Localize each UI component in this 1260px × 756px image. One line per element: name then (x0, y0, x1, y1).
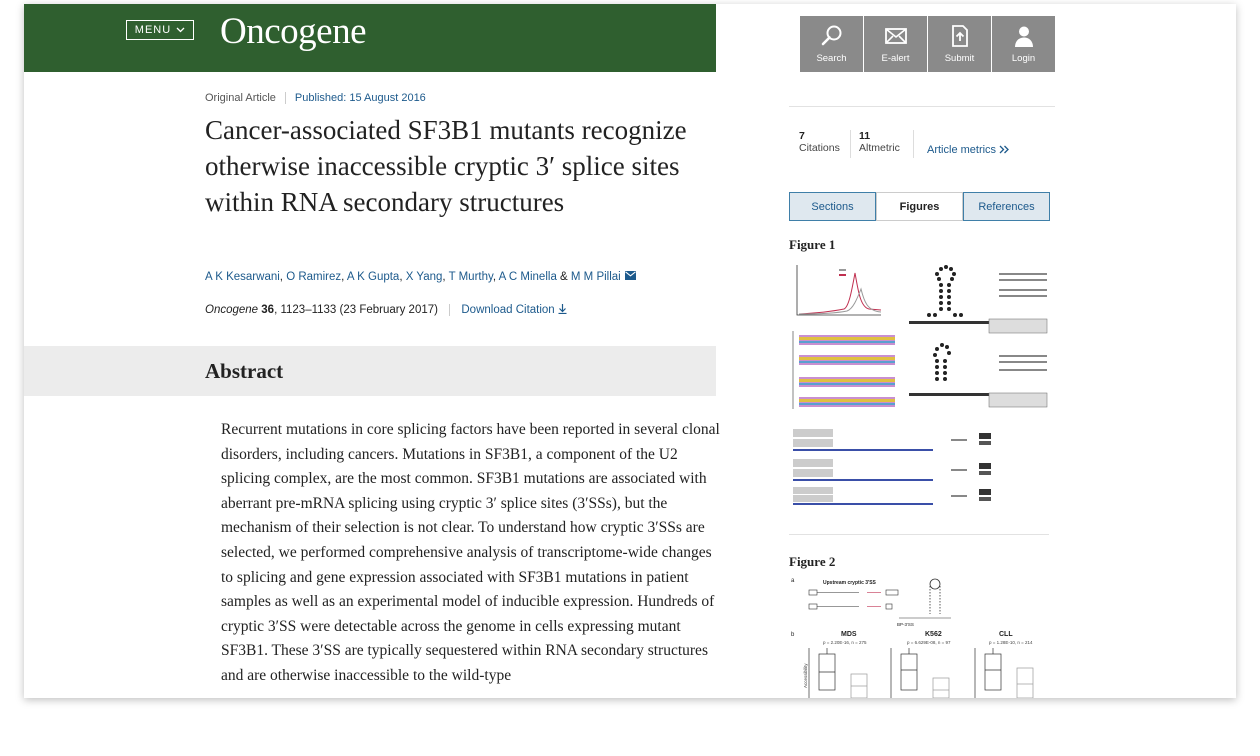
altmetric-count: 11 (859, 130, 871, 142)
pvalue-k562: p = 6.629E-08, n = 97 (907, 640, 951, 645)
article-metrics-link[interactable]: Article metrics (927, 144, 1010, 156)
sidebar-tabs: Sections Figures References (789, 192, 1050, 221)
y-axis-label: Accessibility (803, 663, 808, 688)
author-separator: & (556, 271, 571, 283)
abstract-header: Abstract (24, 346, 716, 396)
login-button[interactable]: Login (992, 16, 1055, 72)
article-type: Original Article (205, 92, 276, 104)
figure-1-panel-d (793, 429, 991, 505)
journal-masthead: MENU Oncogene (24, 4, 716, 72)
download-icon (558, 304, 567, 315)
tab-sections[interactable]: Sections (789, 192, 876, 221)
group-label-k562: K562 (925, 631, 942, 638)
figure-2-thumbnail[interactable]: a Upstream cryptic 3′SS BP-3′SS b MDS K5… (789, 574, 1053, 698)
e-alert-label: E-alert (881, 53, 910, 64)
tab-references[interactable]: References (963, 192, 1050, 221)
altmetric-label: Altmetric (859, 142, 900, 154)
upload-document-icon (951, 25, 968, 47)
figure-1-panel-a (796, 265, 882, 316)
divider (850, 130, 851, 158)
article-metrics-label: Article metrics (927, 144, 997, 156)
author-link[interactable]: X Yang (406, 271, 443, 283)
double-chevron-right-icon (999, 145, 1010, 154)
volume: 36 (261, 304, 275, 317)
author-link[interactable]: O Ramirez (286, 271, 341, 283)
bp-label: BP-3′SS (897, 622, 914, 627)
group-label-mds: MDS (841, 631, 857, 638)
pvalue-cll: p = 1.28E-10, n = 214 (989, 640, 1033, 645)
figure-2-panel-b-boxplots (808, 648, 1034, 698)
search-label: Search (816, 53, 847, 64)
abstract-text: Recurrent mutations in core splicing fac… (221, 421, 720, 684)
download-citation-link[interactable]: Download Citation (461, 304, 567, 316)
email-icon[interactable] (624, 271, 636, 280)
panel-b-label: b (791, 632, 795, 638)
submit-button[interactable]: Submit (928, 16, 991, 72)
author-link[interactable]: A K Kesarwani (205, 271, 280, 283)
menu-button[interactable]: MENU (126, 20, 194, 40)
author-list: A K Kesarwani, O Ramirez, A K Gupta, X Y… (205, 271, 636, 283)
journal-logo[interactable]: Oncogene (220, 10, 367, 53)
sidebar-divider (789, 106, 1055, 107)
submit-label: Submit (944, 53, 975, 64)
abstract-heading: Abstract (205, 359, 284, 383)
author-link[interactable]: T Murthy (449, 271, 493, 283)
figure-2-label[interactable]: Figure 2 (789, 554, 835, 570)
author-link[interactable]: A C Minella (499, 271, 557, 283)
envelope-icon (884, 28, 907, 44)
article-title: Cancer-associated SF3B1 mutants recogniz… (205, 115, 687, 217)
menu-label: MENU (134, 24, 172, 36)
divider (449, 304, 451, 316)
download-citation-label: Download Citation (461, 304, 555, 317)
journal-name: Oncogene (205, 304, 259, 317)
search-icon (821, 25, 841, 46)
divider (913, 130, 914, 158)
figure-1-panel-c2 (909, 343, 1048, 408)
pvalue-mds: p = 2.20E-16, n = 275 (823, 640, 867, 645)
figure-divider (789, 534, 1049, 535)
author-link[interactable]: A K Gupta (347, 271, 399, 283)
tab-figures[interactable]: Figures (876, 192, 963, 221)
figure-1-panel-c (909, 265, 1048, 334)
group-label-cll: CLL (999, 631, 1013, 638)
citations-metric[interactable]: 7 Citations (799, 130, 840, 154)
login-label: Login (1011, 53, 1036, 64)
author-link[interactable]: M M Pillai (571, 271, 621, 283)
figure-2-panel-a: BP-3′SS (808, 578, 951, 627)
altmetric-metric[interactable]: 11 Altmetric (859, 130, 900, 154)
user-icon (1014, 26, 1033, 47)
panel-a-label: a (791, 578, 795, 584)
toolbar: Search E-alert Submit Login (800, 16, 1055, 72)
chevron-down-icon (176, 27, 185, 33)
article-page: MENU Oncogene Search E-alert Submit Logi… (24, 4, 1236, 698)
citations-count: 7 (799, 130, 805, 142)
divider (284, 92, 286, 104)
pages-date: , 1123–1133 (23 February 2017) (274, 304, 438, 317)
figure-1-panel-b (792, 331, 895, 409)
published-date: Published: 15 August 2016 (294, 92, 426, 104)
figure-1-thumbnail[interactable] (789, 259, 1053, 505)
panel-a-caption: Upstream cryptic 3′SS (823, 580, 877, 586)
e-alert-button[interactable]: E-alert (864, 16, 927, 72)
search-button[interactable]: Search (800, 16, 863, 72)
figure-1-label[interactable]: Figure 1 (789, 237, 835, 253)
citations-label: Citations (799, 142, 840, 154)
article-meta: Original Article Published: 15 August 20… (205, 92, 426, 104)
citation-line: Oncogene 36, 1123–1133 (23 February 2017… (205, 304, 567, 316)
